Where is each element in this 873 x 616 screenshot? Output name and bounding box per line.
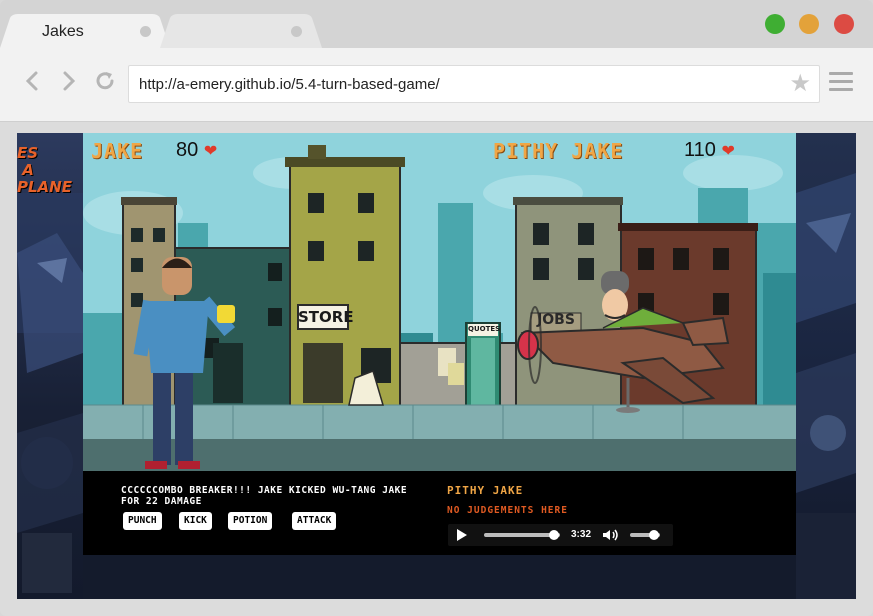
background-art-right <box>796 133 856 599</box>
seek-handle[interactable] <box>548 530 559 540</box>
browser-toolbar: http://a-emery.github.io/5.4-turn-based-… <box>0 48 873 122</box>
opponent-hp: 110 ❤ <box>684 139 735 162</box>
background-comic-art <box>17 193 83 593</box>
tab-new[interactable] <box>160 14 322 48</box>
quotes-sign: QUOTES <box>468 325 501 333</box>
browser-window: Jakes http://a-emery.github.io/5.4-turn-… <box>0 0 873 616</box>
page-viewport: ES A PLANE STORE JOBS QUOTES JAKE 80 ❤ P… <box>17 133 856 599</box>
battle-panel: CCCCCCOMBO BREAKER!!! JAKE KICKED WU-TAN… <box>83 471 796 555</box>
potion-button[interactable]: POTION <box>228 512 273 530</box>
kick-button[interactable]: KICK <box>179 512 212 530</box>
volume-slider[interactable] <box>630 530 660 540</box>
menu-icon[interactable] <box>829 72 853 92</box>
maximize-button[interactable] <box>765 14 785 34</box>
player-hp: 80 ❤ <box>176 139 217 162</box>
opponent-panel-name: PITHY JAKE <box>447 484 524 497</box>
reload-icon[interactable] <box>92 68 118 94</box>
bookmark-star-icon[interactable]: ★ <box>789 72 811 96</box>
play-icon[interactable] <box>457 529 467 541</box>
opponent-quote: NO JUDGEMENTS HERE <box>447 505 568 516</box>
player-hp-value: 80 <box>176 139 199 161</box>
volume-handle[interactable] <box>649 530 659 540</box>
minimize-button[interactable] <box>799 14 819 34</box>
tab-label: Jakes <box>42 23 84 40</box>
background-comic-art <box>796 173 856 599</box>
address-bar[interactable]: http://a-emery.github.io/5.4-turn-based-… <box>128 65 820 103</box>
opponent-name: PITHY JAKE <box>493 139 624 163</box>
heart-icon: ❤ <box>203 143 218 160</box>
heart-icon: ❤ <box>721 143 735 160</box>
audio-time: 3:32 <box>571 529 592 540</box>
tab-close-icon[interactable] <box>291 26 302 37</box>
forward-icon[interactable] <box>55 68 81 94</box>
background-art-left: ES A PLANE <box>17 133 83 599</box>
seek-bar[interactable] <box>484 530 560 540</box>
street-scene <box>83 133 796 473</box>
jobs-sign: JOBS <box>537 312 575 328</box>
opponent-hp-value: 110 <box>684 139 716 161</box>
tab-jakes[interactable]: Jakes <box>0 14 170 48</box>
game-area: STORE JOBS QUOTES JAKE 80 ❤ PITHY JAKE 1… <box>83 133 796 555</box>
player-name: JAKE <box>91 139 144 163</box>
page-background <box>83 555 796 599</box>
punch-button[interactable]: PUNCH <box>123 512 162 530</box>
battle-message: CCCCCCOMBO BREAKER!!! JAKE KICKED WU-TAN… <box>121 485 408 507</box>
movie-logo: ES A PLANE <box>17 144 72 196</box>
close-button[interactable] <box>834 14 854 34</box>
attack-button[interactable]: ATTACK <box>292 512 337 530</box>
volume-icon[interactable] <box>602 529 620 541</box>
tab-strip: Jakes <box>0 0 873 48</box>
audio-player: 3:32 <box>448 524 673 546</box>
back-icon[interactable] <box>20 68 46 94</box>
url-text: http://a-emery.github.io/5.4-turn-based-… <box>139 76 440 93</box>
store-sign: STORE <box>298 308 354 326</box>
tab-close-icon[interactable] <box>140 26 151 37</box>
